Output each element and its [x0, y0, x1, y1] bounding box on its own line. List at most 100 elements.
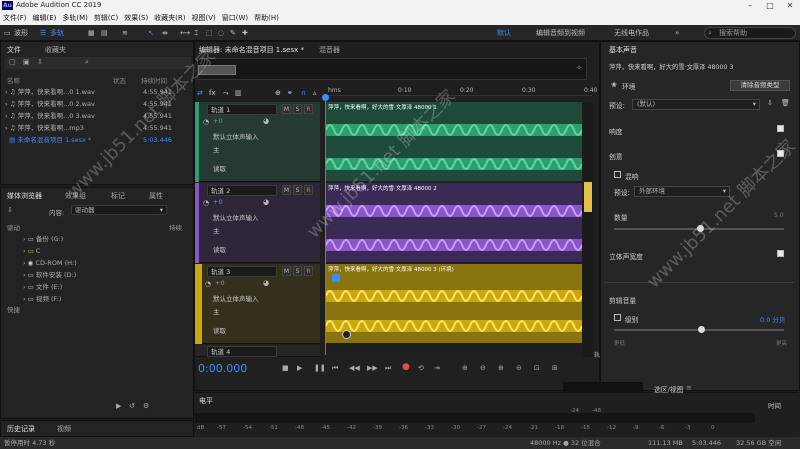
workspace-menu-icon[interactable]: » [675, 27, 679, 39]
track-automation[interactable]: 读取 [207, 326, 307, 336]
file-row[interactable]: › ♫ 萍萍，快来看啊...0 1.wav [5, 87, 95, 97]
mute-button[interactable]: M [282, 104, 291, 114]
track-name-field[interactable]: 轨道 2 [207, 185, 277, 196]
menu-favorites[interactable]: 收藏夹(R) [154, 13, 185, 23]
shortcuts-label[interactable]: 快捷 [7, 304, 20, 314]
pause-icon[interactable]: ❚❚ [314, 364, 326, 372]
file-row[interactable]: › ♫ 萍萍，快来看啊...mp3 [5, 123, 84, 133]
zoom-in-time-icon[interactable]: ⊕ [498, 364, 504, 372]
menu-multitrack[interactable]: 多轨(M) [62, 13, 88, 23]
col-status[interactable]: 状态 [113, 75, 126, 85]
add-track-icon[interactable]: ⊕ [275, 89, 281, 97]
zoom-window[interactable] [198, 65, 236, 75]
track-input[interactable]: 默认立体声输入 [207, 132, 307, 142]
level-checkbox[interactable] [614, 314, 621, 321]
loop-playback-icon[interactable]: ⟲ [418, 364, 424, 372]
tab-mixer[interactable]: 混音器 [319, 45, 340, 55]
new-file-icon[interactable]: ▢ [9, 58, 16, 66]
track-output[interactable]: 主 [207, 145, 307, 155]
track-input[interactable]: 默认立体声输入 [207, 294, 307, 304]
drive-item[interactable]: › ▭ 文件 (E:) [23, 282, 62, 292]
file-row[interactable]: › ♫ 萍萍，快来看啊...0 2.wav [5, 99, 95, 109]
timeline-ruler[interactable]: hms 0:10 0:20 0:30 0:40 [326, 86, 597, 96]
level-value[interactable]: 0.0 分贝 [760, 314, 785, 324]
maximize-icon[interactable]: □ [760, 0, 780, 11]
workspace-radio[interactable]: 无线电作品 [614, 27, 649, 39]
record-arm-button[interactable]: R [304, 266, 313, 276]
play-icon[interactable]: ▶ [297, 364, 302, 372]
menu-effects[interactable]: 效果(S) [124, 13, 148, 23]
rate-icon[interactable]: ≋ [122, 27, 128, 39]
pan-knob-icon[interactable]: ◕ [263, 198, 269, 206]
volume-knob-icon[interactable]: ◔ [203, 199, 209, 207]
panel-menu-icon[interactable]: ≡ [686, 384, 692, 392]
content-select[interactable]: 驱动器 ▾ [71, 205, 167, 215]
track-output[interactable]: 主 [207, 307, 307, 317]
menu-clip[interactable]: 剪辑(C) [94, 13, 118, 23]
fx-icon[interactable]: fx [209, 89, 216, 97]
skip-icon[interactable]: ⇥ [434, 364, 440, 372]
record-arm-button[interactable]: R [304, 104, 313, 114]
tab-media-browser[interactable]: 媒体浏览器 [7, 191, 42, 201]
tab-markers[interactable]: 标记 [111, 191, 125, 201]
search-input[interactable]: ⌕ 搜索帮助 [704, 27, 796, 39]
tab-video[interactable]: 视频 [57, 424, 71, 434]
track-volume[interactable]: +0 [213, 117, 223, 125]
spot-heal-icon[interactable]: ✚ [242, 27, 248, 39]
waveform-button[interactable]: 波形 [14, 27, 28, 39]
link-icon[interactable]: ⚭ [287, 89, 293, 97]
zoom-out-amp-icon[interactable]: ⊖ [480, 364, 486, 372]
waveform-icon[interactable]: ▭ [4, 27, 11, 39]
volume-knob-icon[interactable]: ◔ [203, 118, 209, 126]
preset-select[interactable]: (默认) ▾ [632, 99, 760, 110]
zoom-out-time-icon[interactable]: ⊖ [516, 364, 522, 372]
spectral-icon[interactable]: ▦ [88, 27, 95, 39]
close-icon[interactable]: ✕ [780, 0, 800, 11]
solo-button[interactable]: S [293, 266, 302, 276]
level-slider[interactable] [614, 326, 784, 333]
drive-item[interactable]: › ▭ C [23, 246, 40, 256]
selection-view-tab[interactable]: 选区/视图 [654, 384, 683, 394]
slider-thumb[interactable] [697, 225, 704, 232]
slider-thumb[interactable] [698, 326, 705, 333]
drive-item[interactable]: › ◉ CD-ROM (H:) [23, 258, 77, 268]
zoom-in-amp-icon[interactable]: ⊕ [462, 364, 468, 372]
loudness-checkbox[interactable] [777, 125, 784, 132]
multitrack-button[interactable]: 多轨 [50, 27, 64, 39]
pitch-icon[interactable]: ▤ [101, 27, 108, 39]
brush-icon[interactable]: ✎ [230, 27, 236, 39]
reverb-checkbox[interactable] [614, 171, 621, 178]
tab-editor[interactable]: 编辑器: 未命名混音项目 1.sesx * [199, 45, 304, 55]
sends-icon[interactable]: ⤳ [223, 89, 229, 98]
menu-window[interactable]: 窗口(W) [222, 13, 248, 23]
lasso-icon[interactable]: ◌ [218, 27, 224, 39]
razor-tool-icon[interactable]: ⇹ [162, 27, 168, 39]
rewind-icon[interactable]: ◀◀ [349, 364, 360, 372]
col-name[interactable]: 名称 [7, 75, 20, 85]
open-icon[interactable]: ▣ [23, 58, 30, 66]
vertical-scrollbar[interactable] [583, 102, 593, 357]
drive-item[interactable]: › ▭ 软件安装 (D:) [23, 270, 76, 280]
tab-properties[interactable]: 属性 [149, 191, 163, 201]
tab-effects-rack[interactable]: 效果组 [65, 191, 86, 201]
col-duration[interactable]: 持续时间 [141, 75, 167, 85]
eq-icon[interactable]: ▥ [235, 89, 242, 97]
media-play-icon[interactable]: ▶ [116, 402, 121, 410]
track-automation[interactable]: 读取 [207, 245, 307, 255]
headphones-icon[interactable]: ∩ [301, 89, 306, 97]
stereo-width-checkbox[interactable] [777, 250, 784, 257]
track-automation[interactable]: 读取 [207, 164, 307, 174]
save-preset-icon[interactable]: ⇩ [767, 99, 773, 107]
mute-button[interactable]: M [282, 185, 291, 195]
workspace-video[interactable]: 编辑音频到视频 [536, 27, 585, 39]
menu-file[interactable]: 文件(F) [3, 13, 27, 23]
files-search-icon[interactable]: ⌕ [85, 58, 89, 67]
volume-knob-icon[interactable]: ◔ [205, 280, 211, 288]
track-input[interactable]: 默认立体声输入 [207, 213, 307, 223]
move-tool-icon[interactable]: ↖ [148, 27, 154, 39]
import-icon[interactable]: ⇩ [37, 58, 43, 66]
clear-audio-type-button[interactable]: 清除音频类型 [730, 80, 790, 91]
metronome-icon[interactable]: ▵ [313, 89, 317, 97]
minimize-icon[interactable]: – [740, 0, 760, 11]
track-name-field[interactable]: 轨道 4 [207, 346, 277, 357]
